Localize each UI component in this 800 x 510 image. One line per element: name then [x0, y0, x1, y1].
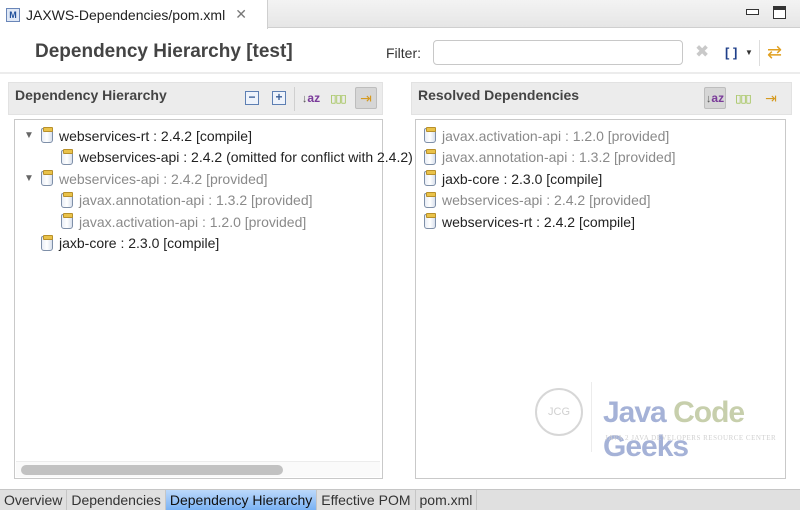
page-tab-effective-pom[interactable]: Effective POM [317, 490, 416, 510]
resolved-dependencies-header: Resolved Dependencies ↓az ▯▯▯ ⇥ [411, 82, 792, 115]
refresh-icon[interactable]: ⇄ [767, 42, 782, 63]
watermark-logo: JCG Java Code Geeks JAVA 2 JAVA DEVELOPE… [533, 378, 778, 463]
jar-icon [61, 148, 73, 165]
jar-icon [424, 213, 436, 229]
link-with-selection-icon: ⇥ [765, 89, 777, 106]
tree-item-label: javax.activation-api : 1.2.0 [provided] [79, 213, 307, 230]
dependency-hierarchy-tree[interactable]: ▼ webservices-rt : 2.4.2 [compile] webserv… [14, 119, 413, 479]
collapse-all-icon: − [245, 91, 259, 105]
jar-icon [424, 148, 436, 165]
page-tab-dependency-hierarchy[interactable]: Dependency Hierarchy [165, 490, 318, 510]
expand-toggle-icon[interactable]: ▼ [23, 173, 35, 184]
tree-item[interactable]: javax.activation-api : 1.2.0 [provided] [43, 211, 306, 232]
jar-icon [41, 127, 53, 143]
columns-icon: ▯▯▯ [735, 92, 751, 105]
tree-item-label: webservices-rt : 2.4.2 [compile] [59, 127, 252, 144]
list-item-label: javax.activation-api : 1.2.0 [provided] [442, 127, 670, 144]
tree-item-label: webservices-api : 2.4.2 (omitted for con… [79, 149, 413, 165]
editor-tab-label: JAXWS-Dependencies/pom.xml [26, 6, 226, 23]
editor-tab-pom[interactable]: M JAXWS-Dependencies/pom.xml ✕ [0, 0, 268, 29]
chevron-down-icon[interactable]: ▼ [745, 48, 753, 57]
jar-icon [41, 234, 53, 251]
tree-item[interactable]: webservices-api : 2.4.2 (omitted for con… [43, 147, 413, 168]
expand-all-icon: + [272, 91, 286, 105]
jar-icon [41, 170, 53, 186]
expand-all-button[interactable]: + [268, 87, 290, 109]
toolbar-divider [759, 40, 760, 66]
clear-filter-icon[interactable]: ✖ [695, 42, 709, 62]
toolbar-divider [294, 87, 295, 111]
filter-label: Filter: [386, 45, 421, 61]
tree-item[interactable]: jaxb-core : 2.3.0 [compile] [23, 233, 219, 254]
list-item[interactable]: javax.activation-api : 1.2.0 [provided] [424, 125, 669, 146]
show-group-id-button[interactable]: ▯▯▯ [732, 87, 754, 109]
filter-input[interactable] [433, 40, 683, 65]
list-item-label: javax.annotation-api : 1.3.2 [provided] [442, 149, 676, 165]
watermark-title: Java Code Geeks [603, 396, 745, 463]
jar-icon [61, 191, 73, 208]
editor-tab-bar: M JAXWS-Dependencies/pom.xml ✕ [0, 0, 800, 29]
close-icon[interactable]: ✕ [235, 6, 247, 23]
sort-button[interactable]: ↓az [704, 87, 726, 109]
page-tab-pom-xml[interactable]: pom.xml [416, 490, 478, 510]
tree-item[interactable]: ▼ webservices-rt : 2.4.2 [compile] [23, 125, 252, 146]
link-with-selection-button[interactable]: ⇥ [355, 87, 377, 109]
filter-mode-icon[interactable]: [ ] [725, 45, 737, 60]
link-with-selection-button[interactable]: ⇥ [760, 87, 782, 109]
jcg-logo-icon: JCG [535, 388, 583, 436]
list-item[interactable]: javax.annotation-api : 1.3.2 [provided] [424, 147, 676, 168]
list-item[interactable]: webservices-rt : 2.4.2 [compile] [424, 211, 635, 232]
page-tab-dependencies[interactable]: Dependencies [67, 490, 166, 510]
minimize-icon[interactable] [746, 9, 759, 15]
jar-icon [424, 127, 436, 143]
tree-item[interactable]: ▼ webservices-api : 2.4.2 [provided] [23, 168, 268, 189]
list-item-label: webservices-api : 2.4.2 [provided] [442, 192, 651, 208]
page-tab-overview[interactable]: Overview [0, 490, 68, 510]
expand-toggle-icon[interactable]: ▼ [23, 130, 35, 141]
columns-icon: ▯▯▯ [330, 92, 346, 105]
maven-pom-icon: M [6, 7, 20, 22]
sort-button[interactable]: ↓az [300, 87, 322, 109]
list-item-label: webservices-rt : 2.4.2 [compile] [442, 213, 635, 230]
tree-item-label: webservices-api : 2.4.2 [provided] [59, 170, 268, 187]
list-item[interactable]: jaxb-core : 2.3.0 [compile] [424, 168, 602, 189]
collapse-all-button[interactable]: − [241, 87, 263, 109]
list-item[interactable]: webservices-api : 2.4.2 [provided] [424, 190, 651, 211]
jar-icon [424, 191, 436, 208]
horizontal-scrollbar[interactable] [16, 461, 380, 477]
tree-item-label: javax.annotation-api : 1.3.2 [provided] [79, 192, 313, 208]
tree-item[interactable]: javax.annotation-api : 1.3.2 [provided] [43, 190, 313, 211]
tree-item-label: jaxb-core : 2.3.0 [compile] [59, 235, 220, 251]
link-with-selection-icon: ⇥ [360, 89, 372, 106]
editor-page-tabs: Overview Dependencies Dependency Hierarchy… [0, 489, 800, 510]
maximize-icon[interactable] [773, 6, 786, 19]
show-group-id-button[interactable]: ▯▯▯ [327, 87, 349, 109]
watermark-subtitle: JAVA 2 JAVA DEVELOPERS RESOURCE CENTER [605, 434, 777, 442]
jar-icon [424, 170, 436, 186]
watermark-divider [591, 382, 592, 452]
header-divider [0, 72, 800, 74]
scrollbar-thumb[interactable] [21, 465, 283, 475]
page-title: Dependency Hierarchy [test] [35, 41, 293, 62]
section-title: Resolved Dependencies [418, 87, 580, 103]
list-item-label: jaxb-core : 2.3.0 [compile] [442, 170, 603, 187]
sort-az-icon: ↓az [705, 91, 725, 105]
dependency-hierarchy-header: Dependency Hierarchy − + ↓az ▯▯▯ ⇥ [8, 82, 383, 115]
sort-az-icon: ↓az [301, 91, 321, 105]
section-title: Dependency Hierarchy [15, 87, 167, 103]
jar-icon [61, 213, 73, 229]
